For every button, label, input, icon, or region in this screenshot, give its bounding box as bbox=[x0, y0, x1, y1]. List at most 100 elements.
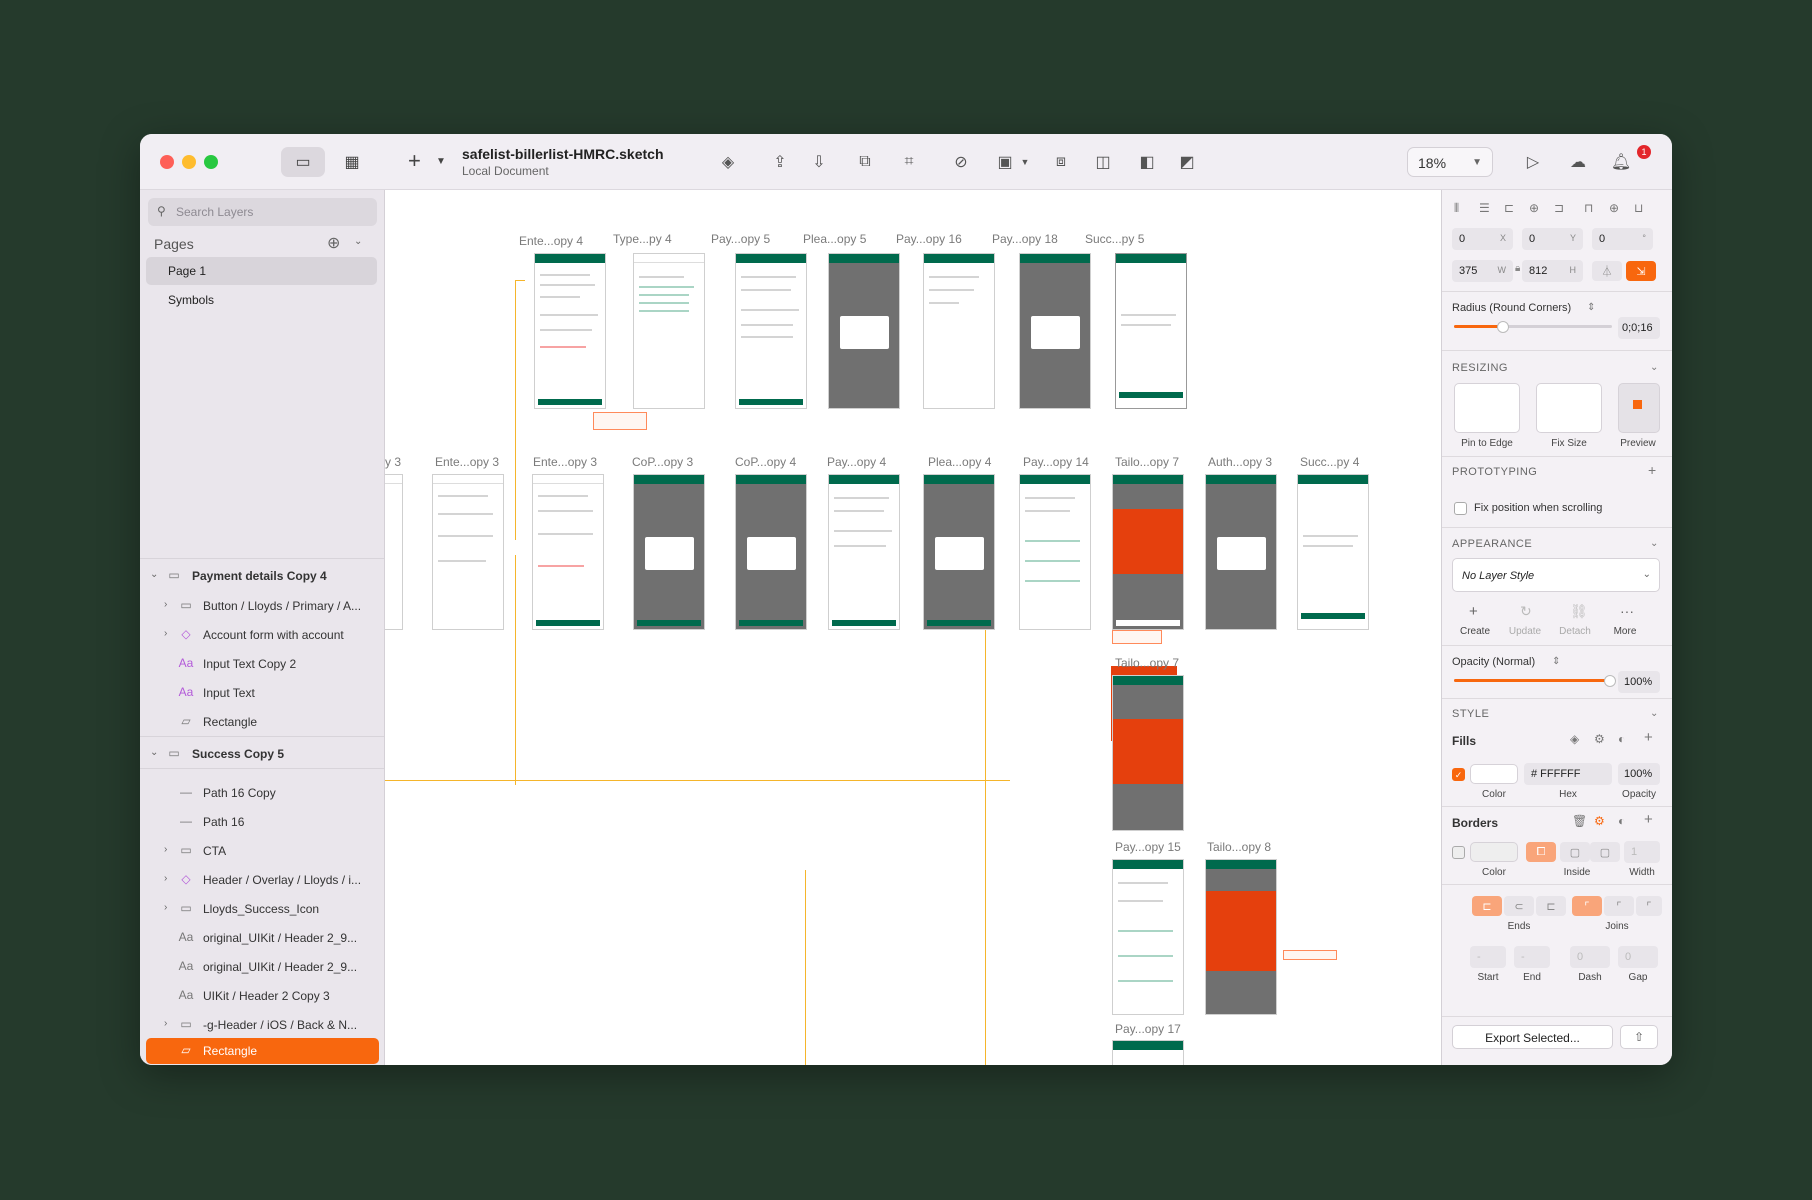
border-width-field[interactable]: 1 bbox=[1624, 841, 1660, 863]
add-icon[interactable]: + bbox=[1648, 462, 1656, 478]
dash-field[interactable]: 0 bbox=[1570, 946, 1610, 968]
insert-plus-icon[interactable]: + bbox=[408, 148, 421, 174]
artboard-label[interactable]: Tailo...opy 7 bbox=[1115, 656, 1179, 670]
artboard-label[interactable]: Pay...opy 18 bbox=[992, 232, 1058, 246]
artboard-label[interactable]: CoP...opy 3 bbox=[632, 455, 693, 469]
layer-item[interactable]: Aa original_UIKit / Header 2_9... bbox=[140, 954, 385, 980]
artboard[interactable] bbox=[633, 253, 705, 409]
layer-item[interactable]: › ▭ -g-Header / iOS / Back & N... bbox=[140, 1012, 385, 1038]
artboard-label[interactable]: Tailo...opy 8 bbox=[1207, 840, 1271, 854]
artboard-label[interactable]: Pay...opy 14 bbox=[1023, 455, 1089, 469]
border-inside-icon[interactable]: ▢ bbox=[1560, 842, 1590, 862]
annotation-note[interactable] bbox=[593, 412, 647, 430]
artboard-label[interactable]: Tailo...opy 7 bbox=[1115, 455, 1179, 469]
zoom-select[interactable]: 18% ▼ bbox=[1407, 147, 1493, 177]
lock-icon[interactable]: 🔒︎ bbox=[1515, 263, 1520, 274]
x-field[interactable]: 0X bbox=[1452, 228, 1513, 250]
artboard[interactable] bbox=[532, 474, 604, 630]
cloud-icon[interactable]: ☁ bbox=[1565, 149, 1591, 175]
chevron-updown-icon[interactable]: ⇕ bbox=[1552, 656, 1560, 667]
fill-hex-field[interactable]: # FFFFFF bbox=[1524, 763, 1612, 785]
end-round-icon[interactable]: ⊂ bbox=[1504, 896, 1534, 916]
fix-size-control[interactable] bbox=[1536, 383, 1602, 433]
radius-field[interactable]: 0;0;16 bbox=[1618, 317, 1660, 339]
chevron-down-icon[interactable]: ⌄ bbox=[1650, 708, 1658, 719]
layer-item[interactable]: › ◇ Account form with account bbox=[140, 622, 385, 648]
close-window-button[interactable] bbox=[160, 155, 174, 169]
artboard-label[interactable]: Auth...opy 3 bbox=[1208, 455, 1272, 469]
artboard[interactable] bbox=[1297, 474, 1369, 630]
pin-to-edge-control[interactable] bbox=[1454, 383, 1520, 433]
layer-item[interactable]: Aa Input Text bbox=[140, 680, 385, 706]
layer-item[interactable]: — Path 16 Copy bbox=[140, 780, 385, 806]
share-icon[interactable]: ⇧ bbox=[1620, 1025, 1658, 1049]
arrow-end-select[interactable]: - bbox=[1514, 946, 1550, 968]
union-icon[interactable]: ⧈ bbox=[1048, 149, 1074, 175]
distribute-vertical-icon[interactable]: ☰ bbox=[1479, 201, 1490, 215]
artboard-label[interactable]: Pay...opy 16 bbox=[896, 232, 962, 246]
artboard[interactable] bbox=[1205, 474, 1277, 630]
artboard[interactable] bbox=[1019, 253, 1091, 409]
chevron-down-icon[interactable]: ▼ bbox=[1012, 149, 1038, 175]
layer-item[interactable]: › ▭ Lloyds_Success_Icon bbox=[140, 896, 385, 922]
artboard[interactable] bbox=[1205, 859, 1277, 1015]
artboard[interactable] bbox=[923, 253, 995, 409]
artboard-label[interactable]: Pay...opy 17 bbox=[1115, 1022, 1181, 1036]
artboard-label[interactable]: y 3 bbox=[385, 455, 401, 469]
artboard[interactable] bbox=[828, 253, 900, 409]
flip-vertical-icon[interactable]: ⇲ bbox=[1626, 261, 1656, 281]
align-top-icon[interactable]: ⊓ bbox=[1584, 201, 1593, 215]
artboard-label[interactable]: Ente...opy 3 bbox=[533, 455, 597, 469]
artboard-label[interactable]: Ente...opy 4 bbox=[519, 234, 583, 248]
difference-icon[interactable]: ◩ bbox=[1174, 149, 1200, 175]
fill-color-swatch[interactable] bbox=[1470, 764, 1518, 784]
artboard[interactable] bbox=[633, 474, 705, 630]
artboard-label[interactable]: Pay...opy 15 bbox=[1115, 840, 1181, 854]
more-label[interactable]: More bbox=[1600, 626, 1650, 637]
chevron-right-icon[interactable]: › bbox=[164, 599, 167, 610]
chevron-updown-icon[interactable]: ⇕ bbox=[1587, 302, 1595, 313]
export-selected-button[interactable]: Export Selected... bbox=[1452, 1025, 1613, 1049]
artboard-label[interactable]: Pay...opy 5 bbox=[711, 232, 770, 246]
end-square-icon[interactable]: ⊏ bbox=[1536, 896, 1566, 916]
width-field[interactable]: 375 W bbox=[1452, 260, 1513, 282]
grid-view-icon[interactable]: ▦ bbox=[330, 147, 374, 177]
opacity-slider-knob[interactable] bbox=[1604, 675, 1616, 687]
flip-horizontal-icon[interactable]: ⏃ bbox=[1592, 261, 1622, 281]
gap-field[interactable]: 0 bbox=[1618, 946, 1658, 968]
artboard[interactable] bbox=[923, 474, 995, 630]
bell-icon[interactable]: 🔔︎ bbox=[1608, 149, 1634, 175]
layer-group-payment-details[interactable]: ⌄ ▭ Payment details Copy 4 bbox=[140, 563, 385, 589]
layer-item[interactable]: ▱ Rectangle bbox=[140, 709, 385, 735]
chevron-down-icon[interactable]: ⌄ bbox=[1650, 362, 1658, 373]
artboard[interactable] bbox=[735, 474, 807, 630]
annotation-note[interactable] bbox=[1112, 630, 1162, 644]
blend-icon[interactable]: ◐ bbox=[1618, 732, 1625, 746]
add-page-icon[interactable]: ⊕ bbox=[327, 233, 340, 253]
artboard[interactable] bbox=[432, 474, 504, 630]
create-symbol-icon[interactable]: ◈ bbox=[715, 149, 741, 175]
align-left-icon[interactable]: ⊏ bbox=[1504, 201, 1514, 215]
play-icon[interactable]: ▷ bbox=[1520, 149, 1546, 175]
chevron-down-icon[interactable]: ▼ bbox=[436, 156, 446, 167]
blend-icon[interactable]: ◐ bbox=[1618, 814, 1625, 828]
artboard[interactable] bbox=[1019, 474, 1091, 630]
artboard[interactable] bbox=[1112, 675, 1184, 831]
chevron-right-icon[interactable]: › bbox=[164, 844, 167, 855]
artboard-label[interactable]: Succ...py 4 bbox=[1300, 455, 1359, 469]
artboard[interactable] bbox=[385, 474, 403, 630]
end-butt-icon[interactable]: ⊏ bbox=[1472, 896, 1502, 916]
chevron-down-icon[interactable]: ⌄ bbox=[150, 747, 158, 758]
border-enabled-checkbox[interactable] bbox=[1452, 846, 1465, 859]
search-layers-input[interactable]: ⚲ Search Layers bbox=[148, 198, 377, 226]
opacity-field[interactable]: 100% bbox=[1618, 671, 1660, 693]
layer-item[interactable]: — Path 16 bbox=[140, 809, 385, 835]
join-miter-icon[interactable]: ⌜ bbox=[1572, 896, 1602, 916]
chevron-down-icon[interactable]: ⌄ bbox=[1650, 538, 1658, 549]
artboard[interactable] bbox=[828, 474, 900, 630]
layer-item-selected[interactable]: ▱ Rectangle bbox=[146, 1038, 379, 1064]
align-center-icon[interactable]: ⊕ bbox=[1529, 201, 1539, 215]
distribute-horizontal-icon[interactable]: ⫴ bbox=[1454, 201, 1459, 216]
upload-icon[interactable]: ⇪ bbox=[767, 149, 793, 175]
layer-item[interactable]: Aa Input Text Copy 2 bbox=[140, 651, 385, 677]
